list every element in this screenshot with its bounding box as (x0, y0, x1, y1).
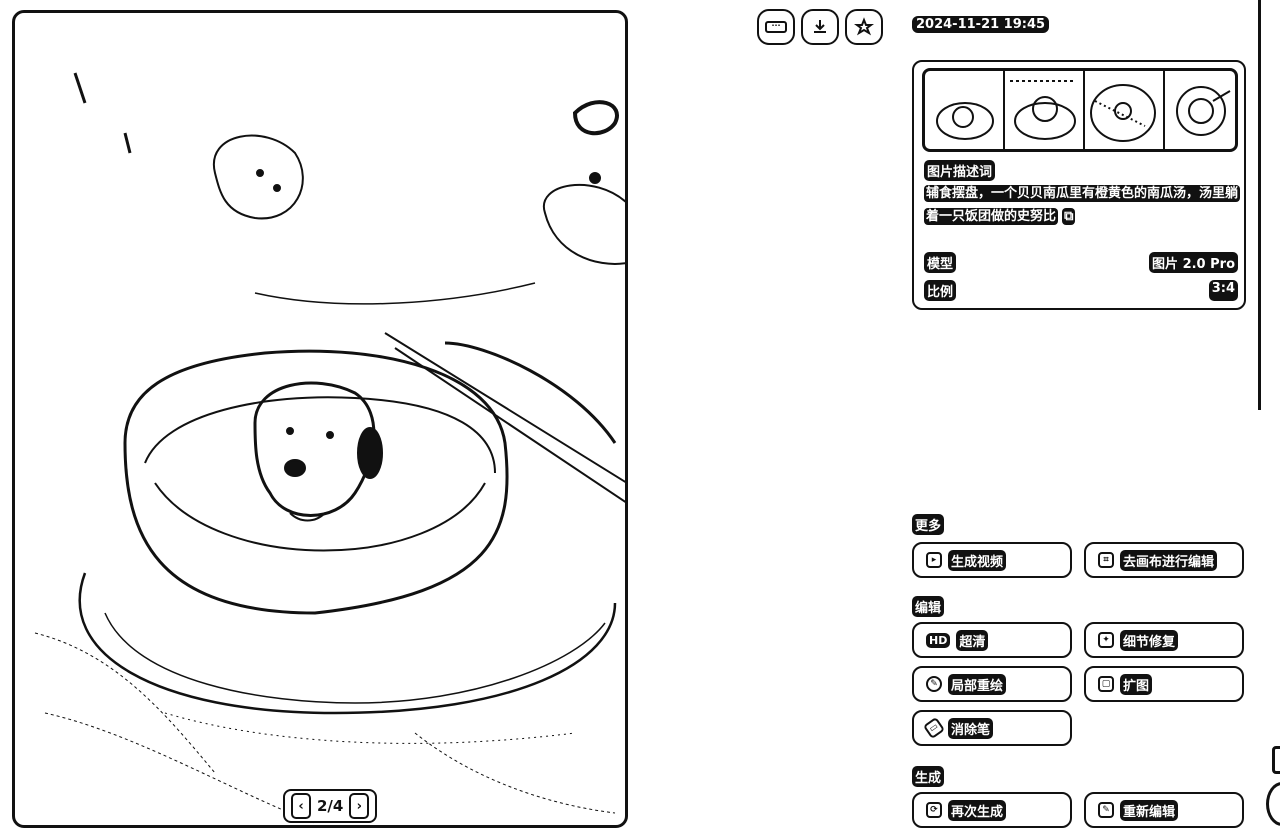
section-more-title: 更多 (912, 514, 945, 535)
inpaint-button[interactable]: ✎ 局部重绘 (912, 666, 1072, 702)
thumbnail[interactable] (925, 71, 1005, 149)
refresh-icon: ⟳ (926, 802, 942, 818)
eraser-icon: ▭ (922, 716, 946, 740)
description-text: 辅食摆盘，一个贝贝南瓜里有橙黄色的南瓜汤，汤里躺着一只饭团做的史努比 ⧉ (924, 185, 1241, 225)
model-value: 图片 2.0 Pro (1149, 252, 1238, 273)
timestamp: 2024-11-21 19:45 (912, 16, 1050, 33)
star-icon (854, 17, 874, 36)
model-row: 模型 图片 2.0 Pro (924, 252, 1238, 273)
main-image (34, 72, 625, 824)
expand-icon: ▢ (1098, 676, 1114, 692)
favorite-button[interactable] (845, 9, 883, 45)
re-edit-button[interactable]: ✎ 重新编辑 (1084, 792, 1244, 828)
info-card: 图片描述词 辅食摆盘，一个贝贝南瓜里有橙黄色的南瓜汤，汤里躺着一只饭团做的史努比… (912, 60, 1246, 310)
thumbnail[interactable] (1165, 71, 1235, 149)
top-toolbar: ··· (757, 9, 883, 45)
eraser-button[interactable]: ▭ 消除笔 (912, 710, 1072, 746)
generate-video-button[interactable]: ▸ 生成视频 (912, 542, 1072, 578)
pencil-icon: ✎ (1098, 802, 1114, 818)
ratio-row: 比例 3:4 (924, 280, 1238, 301)
section-edit-title: 编辑 (912, 596, 945, 617)
ratio-label: 比例 (924, 280, 957, 301)
image-viewer[interactable]: ‹ 2/4 › (12, 10, 628, 828)
chevron-left-icon[interactable]: ‹ (291, 793, 311, 819)
download-button[interactable] (801, 9, 839, 45)
wand-icon: ✦ (1098, 632, 1114, 648)
regenerate-button[interactable]: ⟳ 再次生成 (912, 792, 1072, 828)
copy-icon[interactable]: ⧉ (1062, 208, 1076, 225)
download-icon (814, 20, 826, 33)
ratio-value: 3:4 (1208, 280, 1238, 301)
floating-widget-icon[interactable] (1272, 746, 1280, 774)
ellipsis-icon: ··· (765, 21, 787, 33)
more-button[interactable]: ··· (757, 9, 795, 45)
video-icon: ▸ (926, 552, 942, 568)
hd-upscale-button[interactable]: HD 超清 (912, 622, 1072, 658)
model-label: 模型 (924, 252, 957, 273)
page-indicator: 2/4 (317, 797, 344, 815)
hd-badge: HD (926, 632, 951, 648)
section-generate-title: 生成 (912, 766, 945, 787)
expand-image-button[interactable]: ▢ 扩图 (1084, 666, 1244, 702)
brush-icon: ✎ (926, 676, 942, 692)
thumbnail[interactable] (1005, 71, 1085, 149)
canvas-icon: ⌗ (1098, 552, 1114, 568)
detail-fix-button[interactable]: ✦ 细节修复 (1084, 622, 1244, 658)
panel-divider (1258, 0, 1261, 410)
image-pager: ‹ 2/4 › (283, 789, 378, 823)
chevron-right-icon[interactable]: › (349, 793, 370, 819)
floating-assistant-icon[interactable] (1266, 782, 1280, 826)
thumbnail-strip (922, 68, 1238, 152)
canvas-edit-button[interactable]: ⌗ 去画布进行编辑 (1084, 542, 1244, 578)
description-title: 图片描述词 (924, 160, 996, 181)
thumbnail[interactable] (1085, 71, 1165, 149)
